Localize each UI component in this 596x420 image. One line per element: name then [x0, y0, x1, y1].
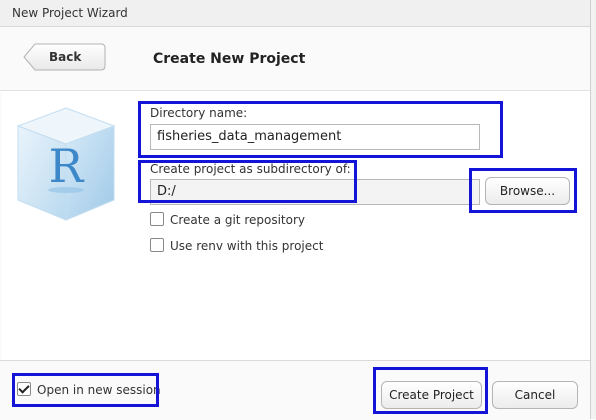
git-repo-option[interactable]: Create a git repository	[150, 212, 305, 227]
open-new-session-option[interactable]: Open in new session	[17, 382, 161, 397]
window-titlebar: New Project Wizard	[0, 0, 590, 27]
subdirectory-label: Create project as subdirectory of:	[150, 162, 351, 176]
cancel-button[interactable]: Cancel	[492, 381, 578, 409]
git-repo-label: Create a git repository	[170, 213, 306, 227]
r-logo-cube-icon: R	[16, 107, 116, 221]
renv-checkbox[interactable]	[150, 238, 164, 252]
open-new-session-label: Open in new session	[37, 383, 161, 397]
window-title: New Project Wizard	[12, 6, 128, 20]
open-new-session-checkbox[interactable]	[17, 382, 31, 396]
back-button-label: Back	[49, 50, 82, 64]
directory-name-label: Directory name:	[150, 106, 248, 120]
page-title: Create New Project	[153, 51, 306, 67]
browse-button[interactable]: Browse...	[485, 177, 570, 205]
renv-label: Use renv with this project	[170, 239, 324, 253]
directory-name-input[interactable]: fisheries_data_management	[150, 124, 480, 150]
background-window-edge	[590, 0, 596, 419]
svg-text:R: R	[49, 139, 85, 193]
git-repo-checkbox[interactable]	[150, 212, 164, 226]
create-project-button[interactable]: Create Project	[381, 381, 482, 409]
renv-option[interactable]: Use renv with this project	[150, 238, 323, 253]
subdirectory-path-field[interactable]: D:/	[150, 179, 480, 205]
back-button[interactable]: Back	[23, 43, 106, 71]
